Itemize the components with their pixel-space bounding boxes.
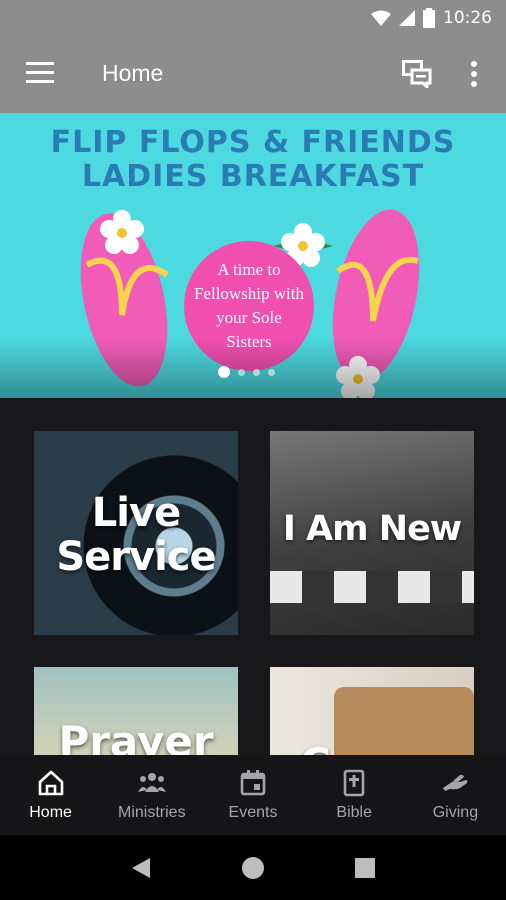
tile-connect[interactable]: C... <box>270 667 474 755</box>
app-bar: Home <box>0 36 506 113</box>
nav-item-bible[interactable]: Bible <box>304 755 405 835</box>
checkered-line <box>270 571 474 603</box>
tile-label: C... <box>270 739 474 755</box>
home-icon <box>38 770 63 796</box>
recents-icon[interactable] <box>354 857 376 879</box>
tile-label-line: Service <box>56 534 216 580</box>
giving-hand-icon <box>443 774 468 791</box>
nav-label: Ministries <box>118 804 186 821</box>
nav-item-events[interactable]: Events <box>202 755 303 835</box>
page-title: Home <box>102 60 164 86</box>
tile-label-line: Live <box>91 490 181 536</box>
carousel-dot[interactable] <box>218 366 230 378</box>
nav-item-home[interactable]: Home <box>0 755 101 835</box>
tile-prayer[interactable]: Prayer <box>34 667 238 755</box>
home-circle-icon[interactable] <box>241 856 265 880</box>
carousel-dot[interactable] <box>238 368 245 376</box>
bottom-nav: Home Ministries Events Bible Giving <box>0 755 506 835</box>
nav-label: Bible <box>336 804 372 821</box>
signal-icon <box>399 10 415 26</box>
status-bar: 10:26 <box>0 0 506 36</box>
carousel-dot[interactable] <box>268 368 275 376</box>
status-time: 10:26 <box>443 8 492 28</box>
tile-label: I Am New <box>282 509 462 549</box>
nav-label: Giving <box>432 804 479 821</box>
back-icon[interactable] <box>130 856 152 880</box>
system-nav-bar <box>0 835 506 900</box>
bible-icon <box>343 769 365 797</box>
tile-grid: Live Service I Am New Prayer C... <box>0 398 506 755</box>
carousel-indicator[interactable] <box>218 366 275 378</box>
menu-icon[interactable] <box>26 62 54 84</box>
nav-label: Home <box>29 804 72 821</box>
banner-title-line2: LADIES BREAKFAST <box>81 159 425 194</box>
nav-label: Events <box>228 804 278 821</box>
battery-icon <box>423 8 435 28</box>
tile-label: Live Service <box>34 491 238 579</box>
wifi-icon <box>371 10 391 26</box>
people-icon <box>137 773 166 792</box>
banner-title-line1: FLIP FLOPS & FRIENDS <box>50 125 456 160</box>
chat-icon[interactable] <box>402 60 432 88</box>
tile-label: Prayer <box>58 717 214 755</box>
tile-live-service[interactable]: Live Service <box>34 431 238 635</box>
nav-item-giving[interactable]: Giving <box>405 755 506 835</box>
nav-item-ministries[interactable]: Ministries <box>101 755 202 835</box>
carousel-dot[interactable] <box>253 368 260 376</box>
tile-i-am-new[interactable]: I Am New <box>270 431 474 635</box>
banner-carousel[interactable]: FLIP FLOPS & FRIENDS LADIES BREAKFAST A … <box>0 113 506 398</box>
calendar-icon <box>240 770 266 796</box>
more-vert-icon[interactable] <box>466 60 482 88</box>
